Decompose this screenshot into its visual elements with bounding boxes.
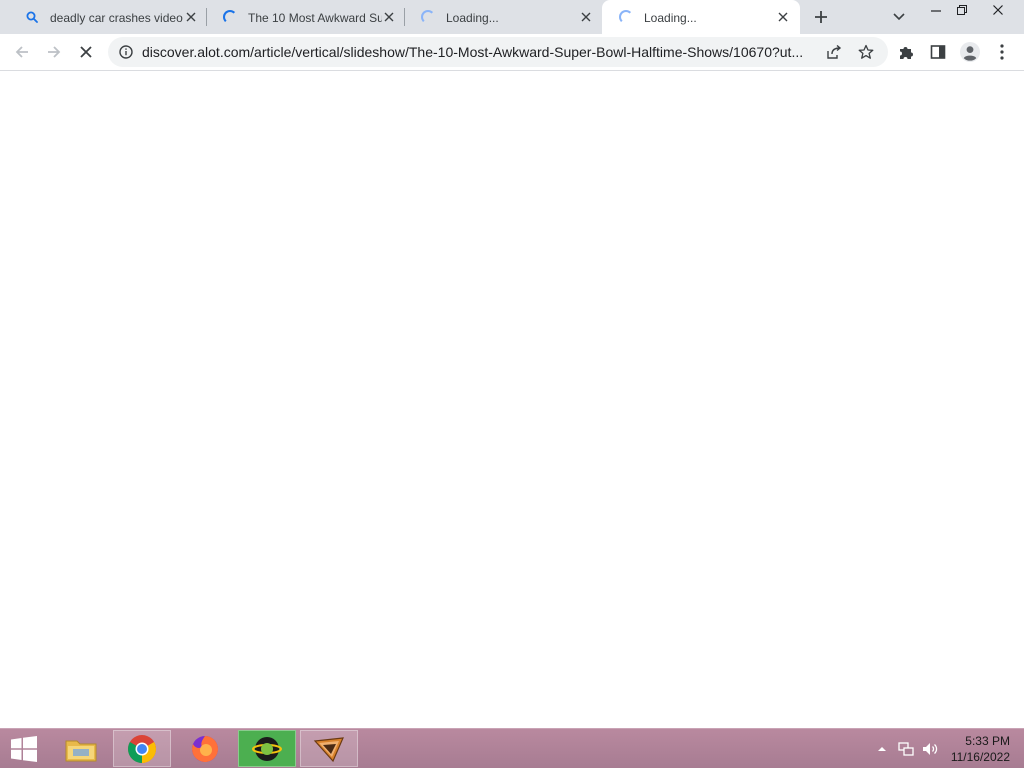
start-button[interactable] (0, 730, 48, 767)
file-explorer-taskbar-button[interactable] (52, 730, 110, 767)
address-bar[interactable]: discover.alot.com/article/vertical/slide… (108, 37, 888, 67)
firefox-taskbar-button[interactable] (176, 730, 234, 767)
loading-spinner-icon (618, 9, 634, 25)
tab-title: Loading... (644, 11, 697, 25)
presentation-app-taskbar-button[interactable] (300, 730, 358, 767)
green-app-icon (252, 736, 282, 761)
search-icon (24, 9, 40, 25)
network-icon[interactable] (898, 741, 914, 757)
tab-title: Loading... (446, 11, 499, 25)
browser-toolbar: discover.alot.com/article/vertical/slide… (0, 34, 1024, 71)
extensions-puzzle-icon[interactable] (893, 39, 919, 65)
tab-awkward-halftime[interactable]: The 10 Most Awkward Su (206, 0, 404, 34)
loading-spinner-icon (420, 9, 436, 25)
presentation-app-icon (313, 736, 344, 762)
folder-icon (65, 740, 97, 761)
profile-avatar-icon[interactable] (957, 39, 983, 65)
windows-taskbar: 5:33 PM 11/16/2022 (0, 728, 1024, 768)
close-icon[interactable] (578, 9, 594, 25)
forward-arrow-icon[interactable] (41, 39, 67, 65)
windows-logo-icon (11, 735, 37, 762)
chrome-icon (128, 734, 156, 763)
new-tab-button[interactable] (809, 5, 833, 29)
close-icon[interactable] (381, 9, 397, 25)
clock-date: 11/16/2022 (950, 750, 1010, 764)
clock-time: 5:33 PM (965, 734, 1010, 748)
volume-speaker-icon[interactable] (922, 741, 938, 757)
green-app-taskbar-button[interactable] (238, 730, 296, 767)
tab-title: deadly car crashes video (50, 11, 183, 25)
back-arrow-icon[interactable] (9, 39, 35, 65)
close-window-button[interactable] (984, 0, 1012, 20)
stop-loading-icon[interactable] (73, 39, 99, 65)
loading-spinner-icon (222, 9, 238, 25)
chrome-taskbar-button[interactable] (113, 730, 171, 767)
firefox-icon (192, 735, 218, 762)
tab-loading[interactable]: Loading... (404, 0, 602, 34)
tab-loading-active[interactable]: Loading... (602, 0, 800, 34)
close-icon[interactable] (775, 9, 791, 25)
tab-strip: deadly car crashes video The 10 Most Awk… (0, 0, 1024, 34)
tab-title: The 10 Most Awkward Su (248, 11, 382, 25)
system-clock[interactable]: 5:33 PM 11/16/2022 (940, 733, 1010, 765)
close-icon[interactable] (183, 9, 199, 25)
tab-search-results[interactable]: deadly car crashes video (8, 0, 206, 34)
site-info-icon[interactable] (114, 40, 138, 64)
show-hidden-icons-chevron-up-icon[interactable] (874, 741, 890, 757)
url-text: discover.alot.com/article/vertical/slide… (142, 44, 804, 60)
bookmark-star-icon[interactable] (854, 40, 878, 64)
restore-button[interactable] (948, 0, 976, 20)
page-content-blank[interactable] (0, 71, 1024, 728)
minimize-button[interactable] (922, 0, 950, 20)
side-panel-icon[interactable] (925, 39, 951, 65)
tab-search-chevron-down-icon[interactable] (887, 5, 911, 29)
menu-kebab-icon[interactable] (989, 39, 1015, 65)
share-icon[interactable] (822, 40, 846, 64)
